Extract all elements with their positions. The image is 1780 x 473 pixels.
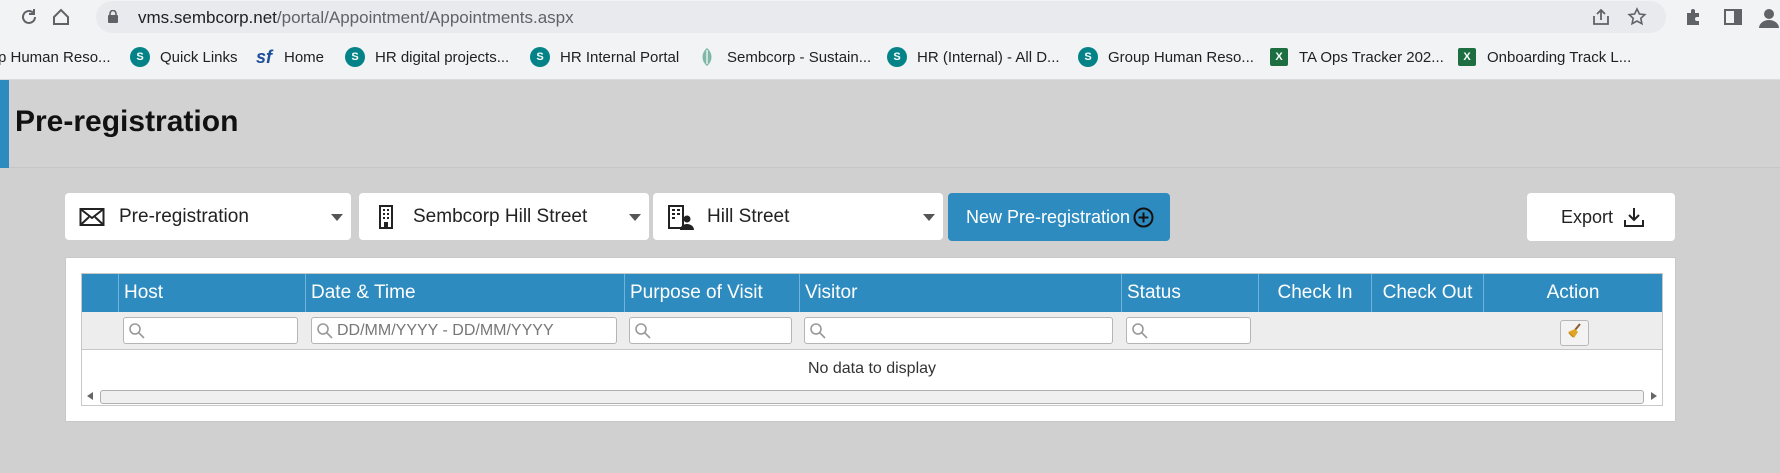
browser-toolbar: vms.sembcorp.net/portal/Appointment/Appo…: [0, 0, 1780, 35]
header-accent-bar: [0, 80, 9, 168]
page-title: Pre-registration: [15, 105, 239, 138]
sharepoint-icon: S: [1078, 47, 1098, 67]
profile-avatar-icon[interactable]: [1758, 6, 1780, 28]
grid-header-row: Host Date & Time Purpose of Visit Visito…: [82, 274, 1662, 312]
chevron-down-icon: [629, 214, 641, 221]
bookmark-item[interactable]: p Human Reso...: [0, 46, 111, 68]
chevron-down-icon: [923, 214, 935, 221]
address-bar[interactable]: vms.sembcorp.net/portal/Appointment/Appo…: [96, 1, 1666, 33]
clear-filters-button[interactable]: [1560, 320, 1589, 346]
sharepoint-icon: S: [530, 47, 550, 67]
bookmark-item[interactable]: S Quick Links: [130, 46, 238, 68]
page-header: Pre-registration: [0, 80, 1780, 168]
search-icon: [634, 322, 652, 340]
location-select[interactable]: Hill Street: [653, 193, 943, 240]
column-header-action: Action: [1546, 282, 1600, 303]
building-icon: [373, 205, 399, 229]
date-range-filter-input[interactable]: DD/MM/YYYY - DD/MM/YYYY: [311, 317, 617, 344]
bookmarks-bar: p Human Reso... S Quick Links sf Home S HR …: [0, 35, 1780, 80]
excel-icon: X: [1457, 47, 1477, 67]
reload-icon[interactable]: [17, 5, 41, 29]
column-header-selector: [82, 274, 119, 312]
sembcorp-leaf-icon: [697, 47, 717, 67]
horizontal-scrollbar[interactable]: [82, 387, 1662, 405]
location-building-icon: [667, 205, 694, 230]
date-range-placeholder: DD/MM/YYYY - DD/MM/YYYY: [337, 322, 554, 339]
column-header-host[interactable]: Host: [119, 274, 306, 312]
bookmark-item[interactable]: X Onboarding Track L...: [1457, 46, 1631, 68]
excel-icon: X: [1269, 47, 1289, 67]
grid-panel: Host Date & Time Purpose of Visit Visito…: [65, 257, 1676, 422]
bookmark-item[interactable]: X TA Ops Tracker 202...: [1269, 46, 1444, 68]
bookmark-item[interactable]: sf Home: [254, 46, 324, 68]
company-select[interactable]: Sembcorp Hill Street: [359, 193, 649, 240]
status-filter-input[interactable]: [1126, 317, 1251, 344]
visitor-filter-input[interactable]: [804, 317, 1113, 344]
column-header-check-out[interactable]: Check Out: [1372, 274, 1484, 312]
registration-type-select[interactable]: Pre-registration: [65, 193, 351, 240]
bookmark-star-icon[interactable]: [1626, 6, 1648, 28]
chevron-down-icon: [331, 214, 343, 221]
export-button[interactable]: Export: [1527, 193, 1675, 241]
url-text: vms.sembcorp.net/portal/Appointment/Appo…: [138, 8, 574, 27]
grid-filter-row: DD/MM/YYYY - DD/MM/YYYY: [82, 312, 1662, 350]
search-icon: [1131, 322, 1149, 340]
home-icon[interactable]: [49, 5, 73, 29]
bookmark-item[interactable]: S Group Human Reso...: [1078, 46, 1254, 68]
search-icon: [316, 322, 334, 340]
plus-circle-icon: [1133, 207, 1154, 228]
column-header-status[interactable]: Status: [1122, 274, 1259, 312]
envelope-icon: [79, 205, 105, 229]
sharepoint-icon: S: [345, 47, 365, 67]
successfactors-icon: sf: [255, 46, 272, 67]
lock-icon: [108, 9, 118, 23]
column-header-visitor[interactable]: Visitor: [800, 274, 1122, 312]
bookmark-item[interactable]: S HR digital projects...: [345, 46, 509, 68]
empty-grid-message: No data to display: [807, 360, 937, 377]
bookmark-item[interactable]: S HR (Internal) - All D...: [887, 46, 1060, 68]
appointments-grid: Host Date & Time Purpose of Visit Visito…: [81, 273, 1663, 406]
extensions-icon[interactable]: [1682, 6, 1704, 28]
search-icon: [128, 322, 146, 340]
broom-icon: [1566, 322, 1584, 345]
purpose-filter-input[interactable]: [629, 317, 792, 344]
bookmark-item[interactable]: Sembcorp - Sustain...: [697, 46, 871, 68]
scroll-left-icon[interactable]: [87, 392, 93, 400]
scroll-right-icon[interactable]: [1651, 392, 1657, 400]
column-header-check-in[interactable]: Check In: [1259, 274, 1372, 312]
side-panel-icon[interactable]: [1722, 6, 1744, 28]
download-icon: [1623, 206, 1645, 228]
sharepoint-icon: S: [887, 47, 907, 67]
new-preregistration-button[interactable]: New Pre-registration: [948, 193, 1170, 241]
bookmark-item[interactable]: S HR Internal Portal: [530, 46, 679, 68]
search-icon: [809, 322, 827, 340]
host-filter-input[interactable]: [123, 317, 298, 344]
column-header-date-time[interactable]: Date & Time: [306, 274, 625, 312]
scrollbar-thumb[interactable]: [100, 390, 1644, 404]
sharepoint-icon: S: [130, 47, 150, 67]
share-icon[interactable]: [1590, 6, 1612, 28]
column-header-purpose[interactable]: Purpose of Visit: [625, 274, 800, 312]
